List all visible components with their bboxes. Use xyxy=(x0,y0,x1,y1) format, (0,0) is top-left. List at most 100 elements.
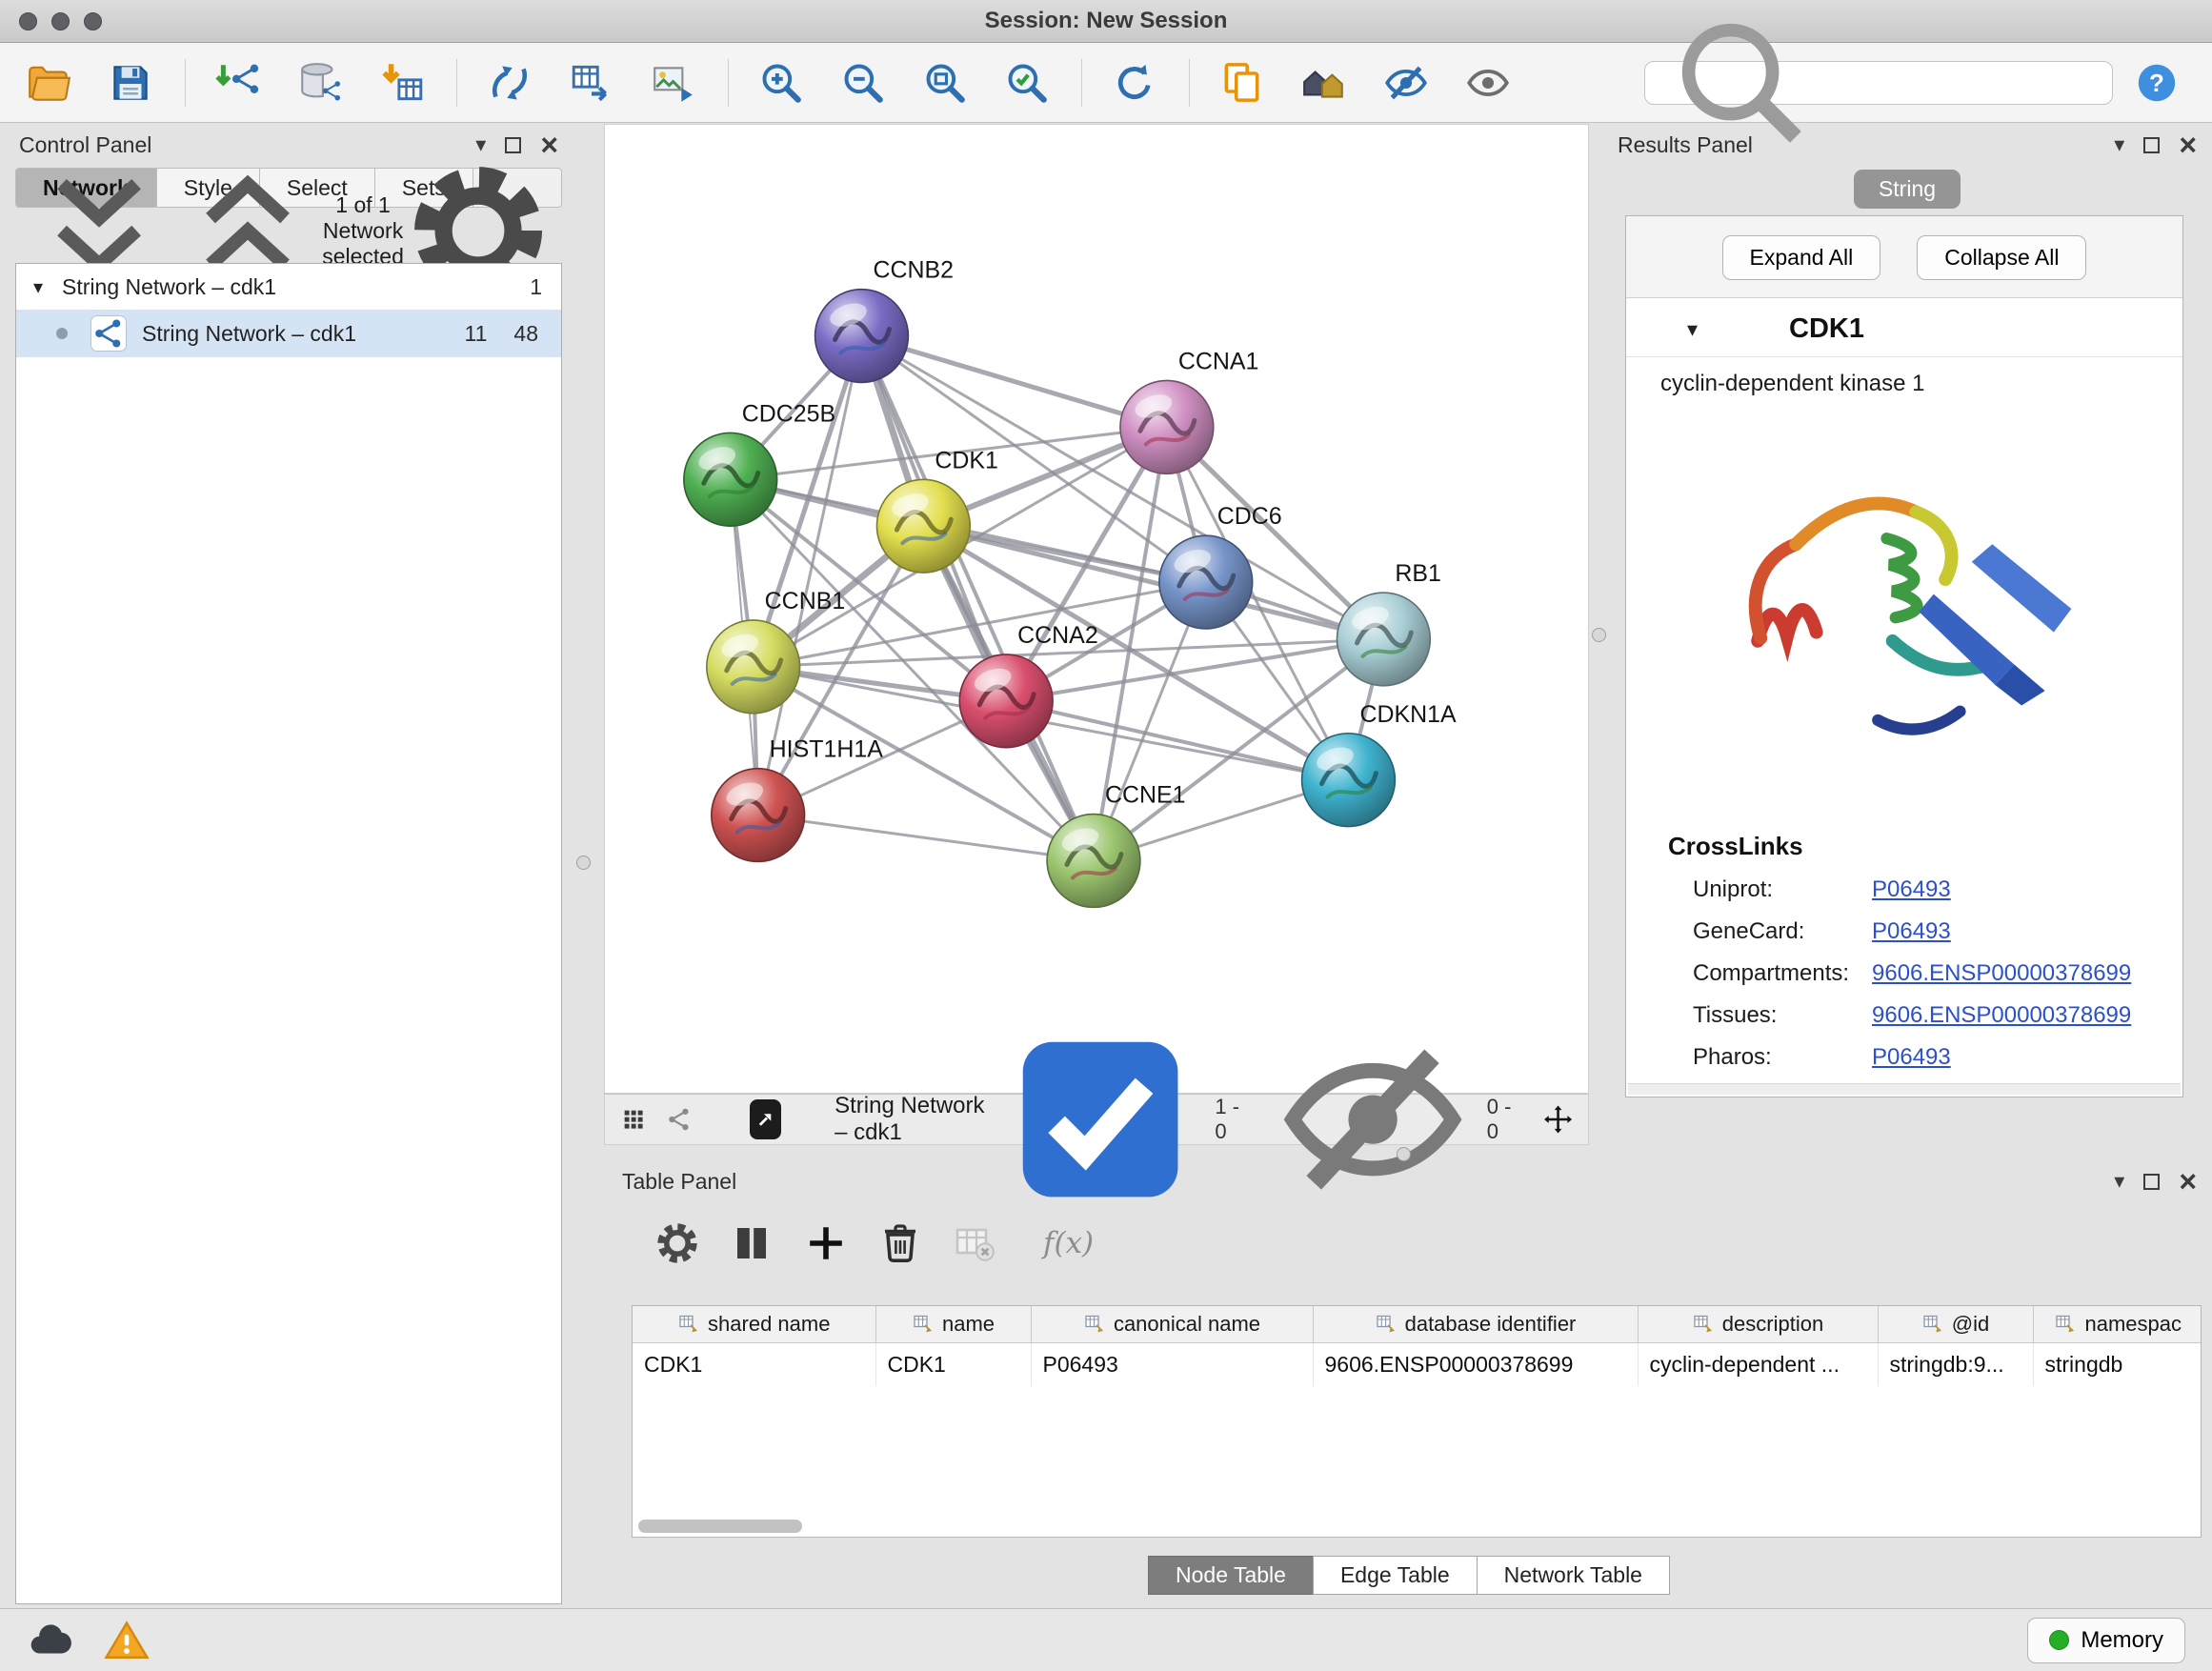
minitable-icon xyxy=(2054,1312,2077,1335)
network-row-selected[interactable]: String Network – cdk1 11 48 xyxy=(16,310,561,357)
tab-node-table[interactable]: Node Table xyxy=(1148,1556,1314,1595)
crosslink-row: Compartments: 9606.ENSP00000378699 xyxy=(1626,953,2182,995)
table-row[interactable]: CDK1 CDK1 P06493 9606.ENSP00000378699 cy… xyxy=(633,1342,2202,1386)
column-header-canonical-name[interactable]: canonical name xyxy=(1031,1306,1313,1342)
help-button[interactable]: ? xyxy=(2134,60,2180,106)
network-node-CCNA1[interactable]: CCNA1 xyxy=(1120,348,1258,473)
toolbar-separator xyxy=(456,59,457,107)
network-edge[interactable] xyxy=(861,336,1094,861)
network-node-HIST1H1A[interactable]: HIST1H1A xyxy=(712,736,883,862)
show-details-button[interactable] xyxy=(1464,56,1512,110)
column-header-shared-name[interactable]: shared name xyxy=(633,1306,875,1342)
import-network-file-button[interactable] xyxy=(214,56,262,110)
gene-section-header[interactable]: ▾ CDK1 xyxy=(1626,298,2182,357)
save-session-button[interactable] xyxy=(107,56,154,110)
warnings-button[interactable] xyxy=(103,1617,151,1664)
minimize-window-button[interactable] xyxy=(51,12,70,30)
memory-status-dot xyxy=(2049,1630,2069,1650)
export-image-button[interactable] xyxy=(650,56,697,110)
splitter-handle[interactable] xyxy=(576,856,591,870)
splitter-handle[interactable] xyxy=(1592,628,1606,642)
collapse-control-panel-button[interactable]: ▾ xyxy=(475,132,486,157)
zoom-window-button[interactable] xyxy=(84,12,102,30)
column-header-description[interactable]: description xyxy=(1638,1306,1878,1342)
network-edge[interactable] xyxy=(1006,701,1348,780)
birdseye-view-button[interactable] xyxy=(750,1099,781,1139)
network-node-CCNB2[interactable]: CCNB2 xyxy=(815,257,954,383)
network-node-CDC25B[interactable]: CDC25B xyxy=(684,400,835,526)
tab-edge-table[interactable]: Edge Table xyxy=(1313,1556,1478,1595)
float-control-panel-button[interactable] xyxy=(505,137,521,153)
zoom-selected-button[interactable] xyxy=(1003,56,1051,110)
compartments-link[interactable]: 9606.ENSP00000378699 xyxy=(1872,960,2131,987)
search-input[interactable] xyxy=(1828,70,2102,95)
column-header-name[interactable]: name xyxy=(875,1306,1031,1342)
close-table-panel-button[interactable]: × xyxy=(2179,1166,2197,1197)
column-header-id[interactable]: @id xyxy=(1878,1306,2033,1342)
memory-button[interactable]: Memory xyxy=(2027,1618,2185,1663)
cell-shared-name[interactable]: CDK1 xyxy=(633,1342,875,1386)
collapse-table-panel-button[interactable]: ▾ xyxy=(2114,1169,2124,1194)
cell-name[interactable]: CDK1 xyxy=(875,1342,1031,1386)
cell-description[interactable]: cyclin-dependent ... xyxy=(1638,1342,1878,1386)
gene-expand-icon[interactable]: ▾ xyxy=(1687,317,1698,342)
close-window-button[interactable] xyxy=(19,12,37,30)
delete-column-button[interactable] xyxy=(877,1220,923,1266)
zoom-fit-button[interactable] xyxy=(921,56,969,110)
grid-view-button[interactable] xyxy=(620,1101,647,1137)
apply-layout-button[interactable] xyxy=(1111,56,1158,110)
results-panel: Results Panel ▾ × String Expand All Coll… xyxy=(1612,124,2202,1162)
string-results-box: Expand All Collapse All ▾ CDK1 cyclin-de… xyxy=(1625,215,2183,1097)
share-network-button[interactable] xyxy=(666,1101,693,1137)
toolbar-separator xyxy=(1081,59,1082,107)
function-builder-button[interactable]: f(x) xyxy=(1043,1226,1094,1260)
table-scrollbar-thumb[interactable] xyxy=(638,1520,802,1533)
collapse-results-panel-button[interactable]: ▾ xyxy=(2114,132,2124,157)
import-table-button[interactable] xyxy=(378,56,426,110)
network-edge[interactable] xyxy=(861,336,1166,428)
table-options-button[interactable] xyxy=(654,1220,700,1266)
network-node-CDKN1A[interactable]: CDKN1A xyxy=(1302,701,1457,827)
network-collection-row[interactable]: ▾ String Network – cdk1 1 xyxy=(16,264,561,310)
network-node-RB1[interactable]: RB1 xyxy=(1337,560,1441,686)
network-canvas[interactable]: CCNB2CCNA1CDC25BCDK1CDC6RB1CCNB1CCNA2CDK… xyxy=(604,124,1589,1094)
add-column-button[interactable] xyxy=(803,1220,849,1266)
network-graph[interactable]: CCNB2CCNA1CDC25BCDK1CDC6RB1CCNB1CCNA2CDK… xyxy=(605,125,1588,1093)
copy-document-button[interactable] xyxy=(1218,56,1266,110)
string-results-tab[interactable]: String xyxy=(1854,170,1961,209)
column-header-database-identifier[interactable]: database identifier xyxy=(1313,1306,1638,1342)
genecard-link[interactable]: P06493 xyxy=(1872,918,1951,945)
export-network-button[interactable] xyxy=(568,56,615,110)
hide-selected-button[interactable] xyxy=(1382,56,1430,110)
splitter-handle[interactable] xyxy=(1397,1147,1411,1161)
import-network-database-button[interactable] xyxy=(296,56,344,110)
cell-id[interactable]: stringdb:9... xyxy=(1878,1342,2033,1386)
network-edge[interactable] xyxy=(758,815,1094,861)
pan-mode-button[interactable] xyxy=(1543,1098,1573,1140)
new-network-button[interactable] xyxy=(486,56,533,110)
expand-all-button[interactable]: Expand All xyxy=(1722,235,1881,280)
tab-network-table[interactable]: Network Table xyxy=(1477,1556,1670,1595)
cell-canonical-name[interactable]: P06493 xyxy=(1031,1342,1313,1386)
network-node-CCNB1[interactable]: CCNB1 xyxy=(707,588,845,714)
close-results-panel-button[interactable]: × xyxy=(2179,130,2197,160)
zoom-in-button[interactable] xyxy=(757,56,805,110)
open-session-button[interactable] xyxy=(25,56,72,110)
cloud-status-button[interactable] xyxy=(27,1617,74,1664)
cell-namespace[interactable]: stringdb xyxy=(2033,1342,2202,1386)
collection-expand-icon[interactable]: ▾ xyxy=(33,275,43,299)
column-header-namespace[interactable]: namespac xyxy=(2033,1306,2202,1342)
show-columns-button[interactable] xyxy=(729,1220,774,1266)
results-scrollbar[interactable] xyxy=(1628,1083,2181,1095)
uniprot-link[interactable]: P06493 xyxy=(1872,876,1951,903)
table-scrollbar xyxy=(638,1520,2191,1533)
float-table-panel-button[interactable] xyxy=(2143,1174,2160,1190)
network-node-CDK1[interactable]: CDK1 xyxy=(876,447,997,573)
cell-database-identifier[interactable]: 9606.ENSP00000378699 xyxy=(1313,1342,1638,1386)
float-results-panel-button[interactable] xyxy=(2143,137,2160,153)
home-button[interactable] xyxy=(1300,56,1348,110)
zoom-out-button[interactable] xyxy=(839,56,887,110)
collapse-all-button[interactable]: Collapse All xyxy=(1917,235,2086,280)
tissues-link[interactable]: 9606.ENSP00000378699 xyxy=(1872,1002,2131,1029)
pharos-link[interactable]: P06493 xyxy=(1872,1044,1951,1071)
